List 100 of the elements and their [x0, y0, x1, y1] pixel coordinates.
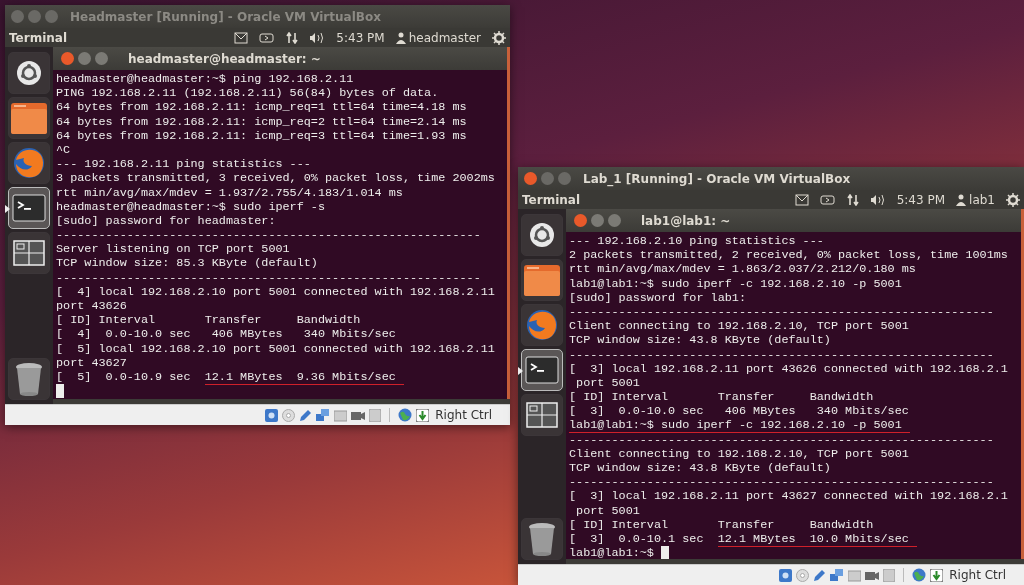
host-key-label: Right Ctrl [435, 408, 492, 422]
clock[interactable]: 5:43 PM [896, 192, 946, 207]
mail-icon [234, 31, 249, 44]
terminal-line: [ 4] 0.0-10.0 sec 406 MBytes 340 Mbits/sec [56, 327, 396, 342]
mail-icon [794, 193, 809, 206]
close-button[interactable] [524, 172, 537, 185]
usb-icon [883, 568, 896, 582]
gear-icon [492, 30, 506, 45]
app-menu-title[interactable]: Terminal [522, 192, 581, 207]
battery-icon [819, 193, 836, 206]
user-icon [395, 31, 406, 44]
minimize-button[interactable] [78, 52, 91, 65]
user-name[interactable]: headmaster [408, 30, 481, 45]
terminal-line: headmaster@headmaster:~$ sudo iperf -s [56, 199, 325, 214]
clock[interactable]: 5:43 PM [336, 30, 385, 45]
launcher-item[interactable] [8, 142, 50, 184]
disc-icon [796, 568, 810, 582]
trash-icon [14, 362, 44, 396]
terminal-line: rtt min/avg/max/mdev = 1.937/2.755/4.183/1.014 ms [56, 185, 403, 200]
launcher-item[interactable] [8, 232, 50, 274]
close-button[interactable] [61, 52, 74, 65]
arrow-down-icon [416, 408, 430, 422]
terminal-line: TCP window size: 85.3 KByte (default) [56, 256, 318, 271]
launcher-item[interactable] [521, 304, 563, 346]
launcher-item[interactable] [8, 187, 50, 229]
minimize-button[interactable] [591, 214, 604, 227]
close-button[interactable] [574, 214, 587, 227]
terminal-line: TCP window size: 43.8 KByte (default) [569, 461, 831, 476]
terminal-line: ------------------------------------------------------------ [569, 432, 994, 447]
terminal-line: ^C [56, 142, 71, 158]
terminal-line: [ 5] 0.0-10.9 sec 12.1 MBytes 9.36 Mbits/sec [56, 369, 404, 385]
launcher-item[interactable] [8, 52, 50, 94]
battery-icon [259, 31, 276, 44]
network-adapter-icon [830, 568, 845, 582]
terminal-title: headmaster@headmaster: ~ [128, 51, 321, 66]
window-title: Headmaster [Running] - Oracle VM VirtualBox [70, 9, 381, 24]
launcher-item[interactable] [521, 394, 563, 436]
terminal-line: 2 packets transmitted, 2 received, 0% packet loss, time 1001ms [569, 248, 1008, 263]
firefox-icon [12, 146, 46, 180]
terminal-line: ------------------------------------------------------------ [56, 270, 481, 285]
terminal-line: lab1@lab1:~$ sudo iperf -c 192.168.2.10 -p 5001 [569, 276, 902, 291]
terminal-line: [ ID] Interval Transfer Bandwidth [569, 517, 874, 532]
terminal-icon [525, 356, 559, 384]
terminal-line: ------------------------------------------------------------ [569, 475, 994, 490]
launcher-item[interactable] [8, 358, 50, 400]
terminal-line: port 5001 [575, 375, 640, 391]
terminal-line: TCP window size: 43.8 KByte (default) [569, 333, 831, 348]
terminal-line: lab1@lab1:~$ sudo iperf -c 192.168.2.10 -p 5001 [569, 418, 910, 433]
firefox-icon [525, 308, 559, 342]
arrow-down-icon [930, 568, 944, 582]
terminal-title: lab1@lab1: ~ [641, 213, 731, 228]
terminal-line: [ 5] local 192.168.2.10 port 5001 connected with 192.168.2.11 [56, 341, 495, 356]
terminal-line: [ 3] 0.0-10.0 sec 406 MBytes 340 Mbits/sec [569, 404, 909, 419]
terminal-line: --- 192.168.2.10 ping statistics --- [569, 234, 824, 249]
terminal-line: Client connecting to 192.168.2.10, TCP port 5001 [569, 319, 909, 334]
network-adapter-icon [316, 408, 331, 422]
pencil-icon [813, 568, 827, 582]
trash-icon [527, 522, 557, 556]
usb-icon [369, 408, 382, 422]
terminal-line: --- 192.168.2.11 ping statistics --- [56, 157, 311, 172]
volume-icon [869, 193, 886, 206]
terminal-line: ------------------------------------------------------------ [56, 228, 481, 243]
terminal-line: 64 bytes from 192.168.2.11: icmp_req=1 ttl=64 time=4.18 ms [56, 100, 467, 115]
folder-icon [523, 263, 561, 297]
window-title: Lab_1 [Running] - Oracle VM VirtualBox [583, 171, 851, 186]
workspace-switcher-icon [13, 240, 45, 266]
terminal-line: Client connecting to 192.168.2.10, TCP port 5001 [569, 446, 909, 461]
terminal-line: port 5001 [575, 503, 640, 518]
terminal-line: ------------------------------------------------------------ [569, 304, 994, 320]
gear-icon [1006, 192, 1020, 207]
folder-share-icon [848, 568, 862, 582]
network-icon [846, 193, 859, 206]
maximize-button[interactable] [95, 52, 108, 65]
host-key-label: Right Ctrl [949, 568, 1006, 582]
terminal-line: [ ID] Interval Transfer Bandwidth [569, 390, 874, 405]
folder-icon [10, 101, 48, 135]
user-name[interactable]: lab1 [969, 192, 995, 207]
app-menu-title[interactable]: Terminal [9, 30, 68, 45]
maximize-button[interactable] [608, 214, 621, 227]
terminal-line: [sudo] password for headmaster: [56, 213, 276, 229]
terminal-line: rtt min/avg/max/mdev = 1.863/2.037/2.212/0.180 ms [569, 262, 916, 277]
launcher-item[interactable] [521, 349, 563, 391]
workspace-switcher-icon [526, 402, 558, 428]
user-icon [956, 193, 967, 206]
launcher-item[interactable] [8, 97, 50, 139]
ubuntu-logo-icon [529, 222, 555, 248]
terminal-line: 64 bytes from 192.168.2.11: icmp_req=2 ttl=64 time=2.14 ms [56, 114, 467, 129]
launcher-item[interactable] [521, 214, 563, 256]
terminal-line: port 43627 [56, 355, 127, 370]
disc-icon [282, 408, 296, 422]
terminal-line: [ 3] 0.0-10.1 sec 12.1 MBytes 10.0 Mbits/sec [569, 531, 917, 547]
terminal-line: port 43626 [56, 299, 127, 314]
globe-icon [398, 408, 413, 422]
globe-icon [912, 568, 927, 582]
launcher-item[interactable] [521, 518, 563, 560]
launcher-item[interactable] [521, 259, 563, 301]
terminal-line: [ ID] Interval Transfer Bandwidth [56, 313, 361, 328]
terminal-line: [ 3] local 192.168.2.11 port 43626 connected with 192.168.2.1 [569, 361, 1008, 376]
terminal-line: [sudo] password for lab1: [569, 290, 746, 305]
terminal-line: ------------------------------------------------------------ [569, 347, 994, 362]
